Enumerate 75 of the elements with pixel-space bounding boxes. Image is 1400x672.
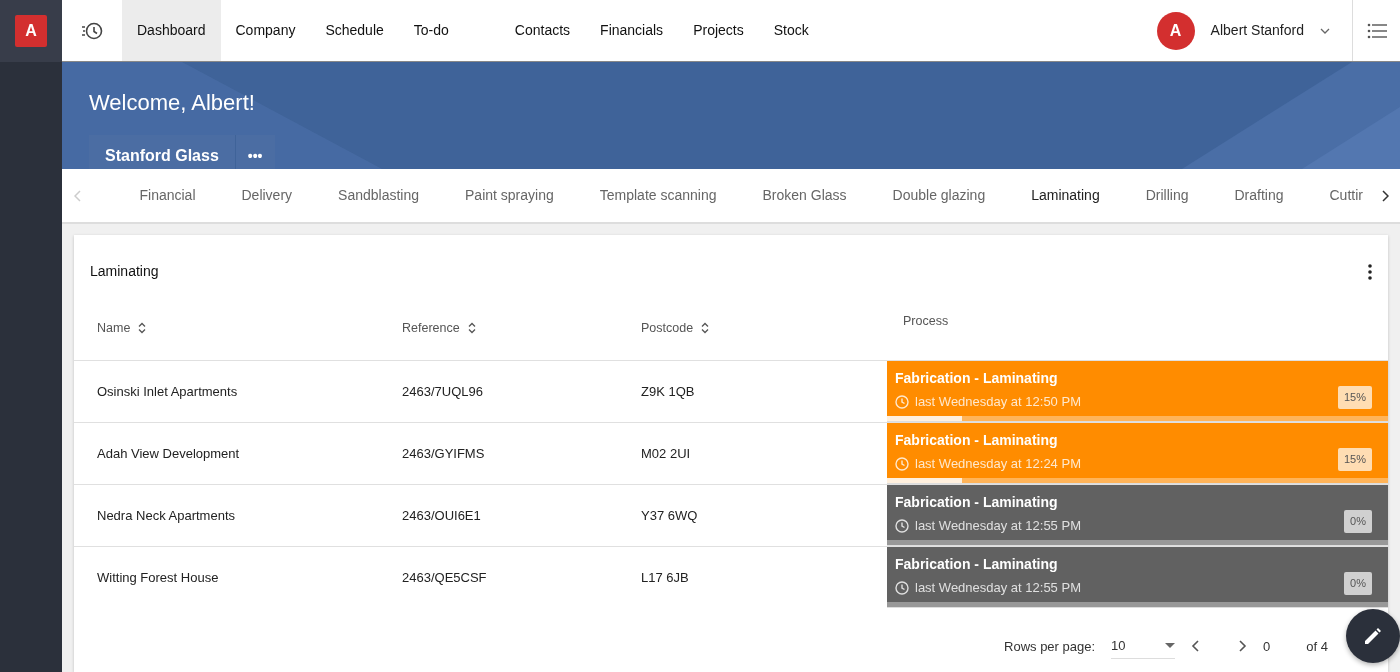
pencil-icon [1363, 626, 1383, 646]
card-title: Laminating [90, 262, 159, 281]
table-cell-text: Z9K 1QB [641, 382, 695, 401]
sort-icon[interactable] [467, 322, 476, 334]
logo[interactable]: A [15, 15, 47, 47]
history-icon[interactable] [81, 20, 103, 41]
edit-button[interactable] [1346, 609, 1400, 663]
column-header[interactable]: Name [97, 318, 131, 338]
tab[interactable]: Drilling [1122, 169, 1212, 222]
tab[interactable]: Paint spraying [442, 169, 577, 222]
column-header[interactable]: Postcode [641, 318, 694, 338]
tab[interactable]: Laminating [1008, 169, 1123, 222]
percent-badge: 0% [1344, 510, 1372, 533]
process-title: Fabrication - Laminating [895, 555, 1059, 574]
clock-icon [895, 456, 909, 471]
nav-link[interactable]: To-do [398, 0, 464, 61]
user-avatar[interactable]: A [1156, 11, 1195, 50]
tab[interactable]: Delivery [218, 169, 316, 222]
chevron-right-icon[interactable] [1381, 189, 1389, 202]
clock-icon [895, 394, 909, 409]
page-range-text: of 4 [1306, 637, 1328, 656]
nav-link[interactable]: Company [220, 0, 311, 61]
more-vertical-icon[interactable] [1368, 263, 1372, 280]
welcome-heading: Welcome, Albert! [89, 89, 256, 117]
table-cell-text: Adah View Development [97, 444, 240, 463]
rows-per-page-select[interactable]: 10 [1111, 634, 1176, 659]
table-cell-text: Y37 6WQ [641, 506, 698, 525]
user-name[interactable]: Albert Stanford [1210, 20, 1304, 41]
clock-icon [895, 580, 909, 595]
more-button[interactable]: ••• [235, 135, 275, 169]
process-time: last Wednesday at 12:50 PM [915, 393, 1081, 411]
nav-link[interactable]: Contacts [499, 0, 586, 61]
tab[interactable]: Template scanning [576, 169, 740, 222]
nav-link[interactable]: Schedule [310, 0, 399, 61]
rows-per-page-label: Rows per page: [1004, 637, 1096, 656]
table-cell-text: 2463/QE5CSF [402, 568, 487, 587]
sort-icon[interactable] [138, 322, 147, 334]
column-header[interactable]: Reference [402, 318, 460, 338]
process-title: Fabrication - Laminating [895, 493, 1059, 512]
tab[interactable]: Cuttir [1306, 169, 1371, 222]
process-time: last Wednesday at 12:55 PM [915, 517, 1081, 535]
nav-link[interactable]: Projects [678, 0, 759, 61]
table-cell-text: L17 6JB [641, 568, 689, 587]
company-button[interactable]: Stanford Glass [89, 135, 236, 169]
sort-icon[interactable] [701, 322, 710, 334]
tab[interactable]: Broken Glass [739, 169, 870, 222]
nav-link[interactable]: Financials [585, 0, 679, 61]
percent-badge: 15% [1337, 448, 1372, 471]
nav-link[interactable]: Stock [758, 0, 824, 61]
table-cell-text: 2463/GYIFMS [402, 444, 485, 463]
tab[interactable]: Double glazing [869, 169, 1009, 222]
table-cell-text: M02 2UI [641, 444, 691, 463]
tab[interactable]: Drafting [1211, 169, 1307, 222]
percent-badge: 15% [1337, 386, 1372, 409]
tab[interactable]: Financial [116, 169, 219, 222]
column-header[interactable]: Process [903, 312, 949, 331]
nav-link[interactable]: Dashboard [122, 0, 221, 61]
previous-page-icon[interactable] [1191, 640, 1200, 653]
list-icon[interactable] [1366, 22, 1387, 39]
table-cell-text: 2463/OUI6E1 [402, 506, 481, 525]
table-cell-text: Nedra Neck Apartments [97, 506, 235, 525]
table-cell-text: 2463/7UQL96 [402, 382, 483, 401]
tab[interactable]: Sandblasting [315, 169, 443, 222]
page-range-text: 0 [1263, 637, 1271, 656]
clock-icon [895, 518, 909, 533]
process-time: last Wednesday at 12:24 PM [915, 455, 1081, 473]
percent-badge: 0% [1344, 572, 1372, 595]
process-title: Fabrication - Laminating [895, 369, 1059, 388]
process-title: Fabrication - Laminating [895, 431, 1059, 450]
chevron-down-icon[interactable] [1320, 27, 1330, 34]
next-page-icon[interactable] [1239, 640, 1248, 653]
table-cell-text: Witting Forest House [97, 568, 219, 587]
caret-icon [1165, 643, 1176, 649]
table-cell-text: Osinski Inlet Apartments [97, 382, 238, 401]
process-time: last Wednesday at 12:55 PM [915, 579, 1081, 597]
